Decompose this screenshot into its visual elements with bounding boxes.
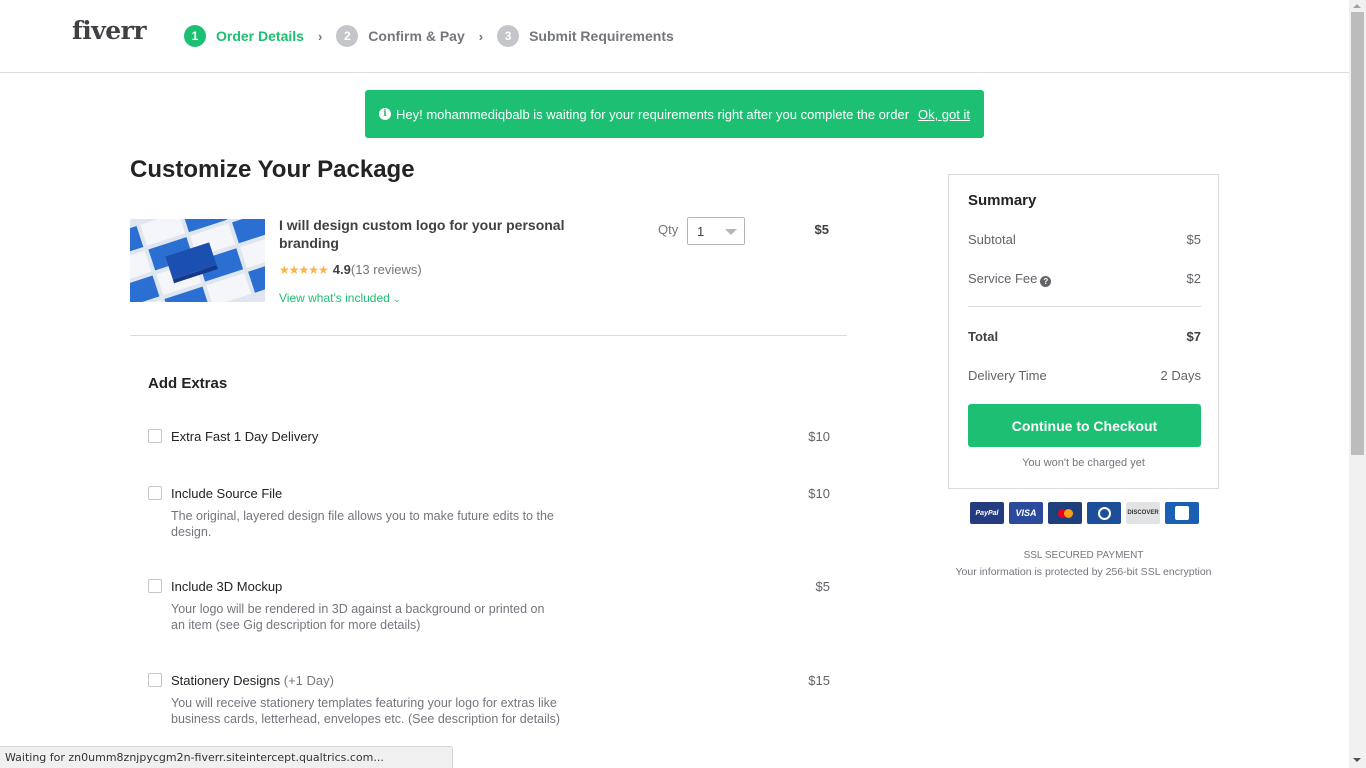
info-icon: i [379, 108, 391, 120]
discover-icon: DISCOVER [1126, 502, 1160, 524]
review-count: (13 reviews) [350, 262, 422, 277]
view-included-link[interactable]: View what's included ⌄ [279, 291, 401, 305]
service-fee-row: Service Fee? $2 [968, 271, 1201, 287]
extra-note: (+1 Day) [283, 673, 334, 688]
gig-rating: ★★★★★ 4.9 (13 reviews) [279, 262, 422, 277]
scrollbar-thumb[interactable] [1351, 12, 1364, 455]
help-icon[interactable]: ? [1040, 276, 1052, 287]
step-number: 2 [336, 25, 359, 47]
subtotal-value: $5 [1186, 232, 1201, 247]
top-header: fiverr 1 Order Details › 2 Confirm & Pay… [0, 0, 1350, 73]
paypal-icon: PayPal [970, 502, 1004, 524]
delivery-time-row: Delivery Time 2 Days [968, 368, 1201, 383]
gig-title[interactable]: I will design custom logo for your perso… [279, 216, 579, 252]
vertical-scrollbar[interactable] [1349, 0, 1366, 768]
step-label: Submit Requirements [529, 28, 674, 44]
extra-price: $10 [808, 486, 830, 501]
total-value: $7 [1186, 329, 1201, 344]
extra-checkbox[interactable] [148, 579, 162, 593]
extra-description: You will receive stationery templates fe… [171, 696, 561, 726]
jcb-icon [1165, 502, 1199, 524]
page-title: Customize Your Package [130, 156, 415, 183]
extra-price: $15 [808, 673, 830, 688]
step-confirm-pay: 2 Confirm & Pay [336, 25, 465, 47]
gig-price: $5 [814, 222, 829, 237]
step-label: Order Details [216, 28, 304, 44]
total-label: Total [968, 329, 999, 344]
quantity-value: 1 [697, 224, 705, 239]
step-label: Confirm & Pay [368, 28, 465, 44]
banner-message: Hey! mohammediqbalb is waiting for your … [396, 106, 910, 122]
delivery-label: Delivery Time [968, 368, 1047, 383]
extra-name-wrapper[interactable]: Stationery Designs (+1 Day) [171, 673, 334, 688]
extra-price: $5 [815, 579, 830, 594]
ssl-title: SSL SECURED PAYMENT [1023, 550, 1144, 561]
star-rating-icon: ★★★★★ [279, 262, 329, 277]
step-order-details: 1 Order Details [184, 25, 304, 47]
view-included-label: View what's included [279, 291, 390, 305]
service-fee-label: Service Fee [968, 271, 1038, 286]
add-extras-title: Add Extras [148, 375, 228, 392]
step-submit-requirements: 3 Submit Requirements [497, 25, 674, 47]
gig-thumbnail [130, 219, 265, 302]
visa-icon: VISA [1009, 502, 1043, 524]
step-number: 3 [497, 25, 520, 47]
extra-description: The original, layered design file allows… [171, 509, 554, 539]
extra-checkbox[interactable] [148, 429, 162, 443]
qty-label: Qty [658, 222, 679, 237]
payment-methods: PayPal VISA DISCOVER [970, 502, 1199, 524]
order-summary: Summary Subtotal $5 Service Fee? $2 Tota… [948, 174, 1219, 489]
quantity-select[interactable]: 1 [687, 217, 745, 245]
caret-down-icon [725, 229, 737, 235]
requirements-banner: i Hey! mohammediqbalb is waiting for you… [365, 90, 984, 138]
extra-description: Your logo will be rendered in 3D against… [171, 602, 545, 632]
subtotal-row: Subtotal $5 [968, 232, 1201, 247]
extra-name[interactable]: Include 3D Mockup [171, 579, 282, 594]
extra-name[interactable]: Extra Fast 1 Day Delivery [171, 429, 318, 444]
service-fee-value: $2 [1186, 271, 1201, 286]
rating-score: 4.9 [332, 262, 351, 277]
subtotal-label: Subtotal [968, 232, 1016, 247]
dismiss-banner-link[interactable]: Ok, got it [918, 107, 970, 122]
chevron-right-icon: › [478, 28, 484, 44]
continue-to-checkout-button[interactable]: Continue to Checkout [968, 404, 1201, 447]
ssl-subtitle: Your information is protected by 256-bit… [955, 566, 1212, 578]
diners-club-icon [1087, 502, 1121, 524]
scroll-down-arrow-icon[interactable] [1353, 758, 1361, 762]
extra-price: $10 [808, 429, 830, 444]
chevron-down-icon: ⌄ [393, 294, 401, 304]
browser-status-bar: Waiting for zn0umm8znjpycgm2n-fiverr.sit… [0, 746, 453, 768]
summary-divider [968, 306, 1201, 307]
mastercard-icon [1048, 502, 1082, 524]
extra-checkbox[interactable] [148, 486, 162, 500]
delivery-value: 2 Days [1160, 368, 1201, 383]
extra-name: Stationery Designs [171, 673, 281, 688]
chevron-right-icon: › [317, 28, 323, 44]
summary-title: Summary [968, 192, 1037, 209]
total-row: Total $7 [968, 329, 1201, 344]
checkout-steps: 1 Order Details › 2 Confirm & Pay › 3 Su… [184, 25, 674, 47]
not-charged-note: You won't be charged yet [1022, 457, 1145, 469]
extra-name[interactable]: Include Source File [171, 486, 282, 501]
step-number: 1 [184, 25, 206, 47]
scroll-up-arrow-icon[interactable] [1353, 4, 1361, 8]
fiverr-logo[interactable]: fiverr [72, 16, 147, 45]
extra-checkbox[interactable] [148, 673, 162, 687]
gig-package: I will design custom logo for your perso… [130, 216, 847, 336]
